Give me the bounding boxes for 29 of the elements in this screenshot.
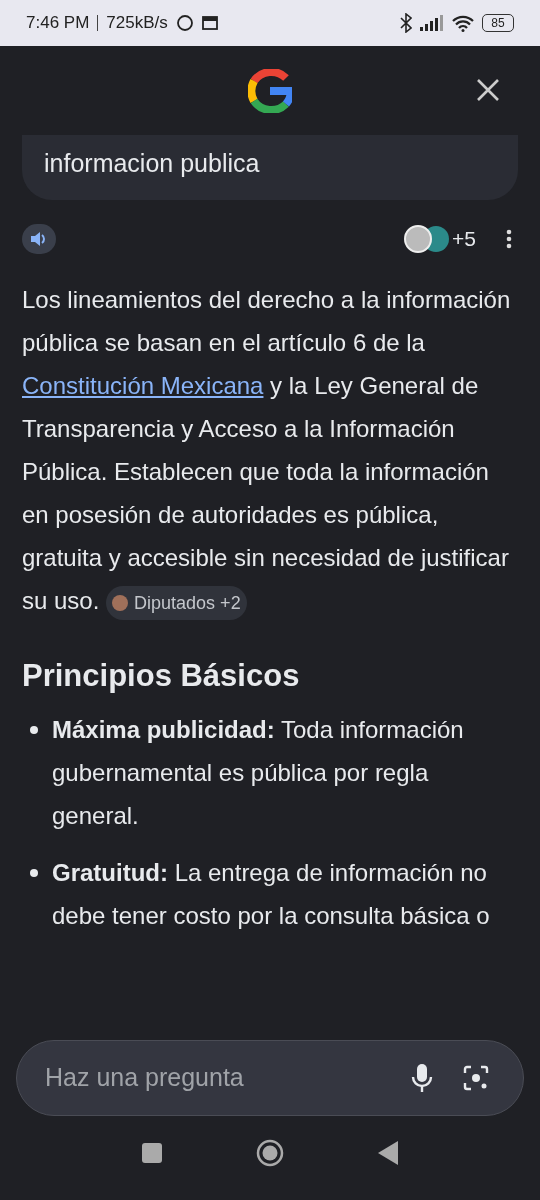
back-icon[interactable] <box>378 1141 398 1165</box>
bullet-icon <box>30 726 38 734</box>
camera-search-icon[interactable] <box>463 1065 489 1091</box>
section-heading: Principios Básicos <box>22 657 301 695</box>
answer-paragraph: Los lineamientos del derecho a la información pública se basan en el artículo 6 de la Constitución Mexicana y la Ley General de Transparencia y Acceso a la Información Pública. Establecen que toda la información en posesión de autoridades es pública, gratuita y accesible sin necesidad de justificar su uso. Diputados +2 <box>22 278 518 622</box>
constitution-link[interactable]: Constitución Mexicana <box>22 372 264 399</box>
status-time: 7:46 PM <box>26 12 90 35</box>
sources-count[interactable]: +5 <box>452 223 476 255</box>
wifi-icon <box>452 14 474 32</box>
bluetooth-icon <box>400 13 412 33</box>
source-avatars[interactable] <box>404 225 451 253</box>
calendar-icon <box>201 16 218 30</box>
speaker-icon <box>30 231 48 247</box>
google-logo <box>248 68 292 113</box>
source-avatar-icon <box>112 594 129 611</box>
query-bubble: informacion publica <box>22 135 518 200</box>
source-chip[interactable]: Diputados +2 <box>106 585 247 620</box>
bullet-text: Máxima publicidad: Toda información gubernamental es pública por regla general. <box>52 715 465 831</box>
ask-field[interactable]: Haz una pregunta <box>16 1040 524 1116</box>
ask-input[interactable]: Haz una pregunta <box>45 1059 381 1097</box>
network-speed: 725kB/s <box>106 12 168 35</box>
bullet-text: Gratuitud: La entrega de información no debe tener costo por la consulta básica o <box>52 858 491 931</box>
home-icon[interactable] <box>256 1139 284 1167</box>
more-icon[interactable] <box>506 229 512 249</box>
speaker-button[interactable] <box>22 224 56 254</box>
microphone-icon[interactable] <box>411 1064 433 1092</box>
bullet-icon <box>30 869 38 877</box>
signal-icon <box>420 15 444 31</box>
battery-indicator: 85 <box>482 14 514 32</box>
